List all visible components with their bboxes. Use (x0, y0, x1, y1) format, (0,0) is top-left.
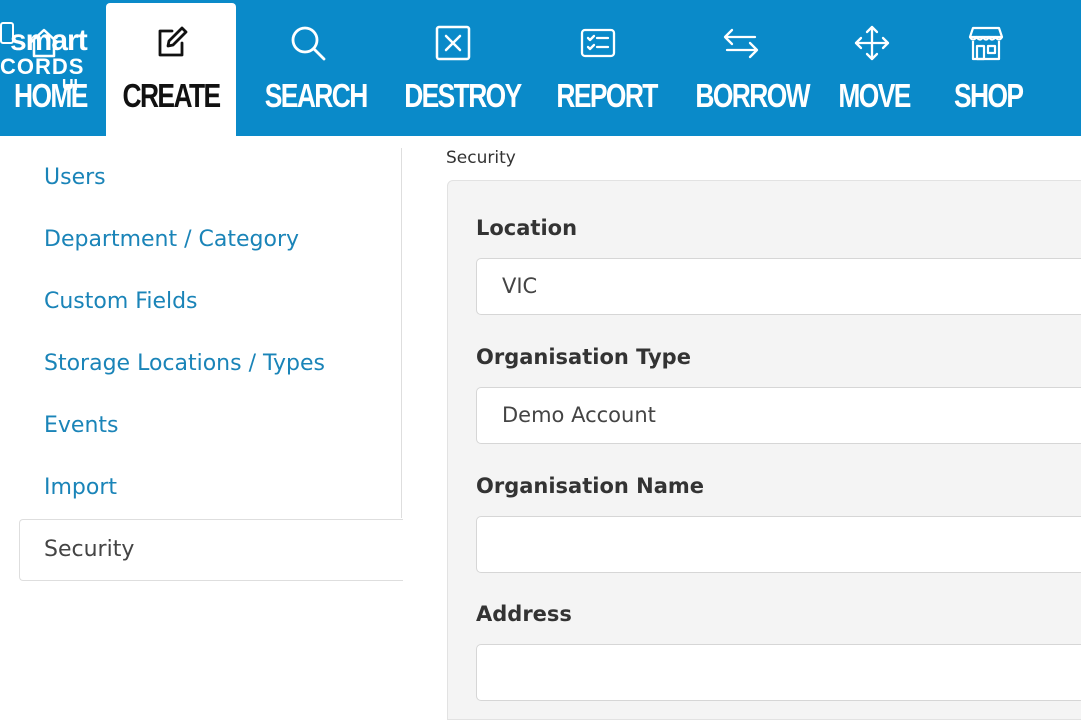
address-label: Address (476, 602, 572, 626)
nav-borrow-label: BORROW (695, 77, 810, 114)
sidebar-item-custom-fields[interactable]: Custom Fields (44, 287, 198, 317)
nav-borrow[interactable]: BORROW (684, 0, 811, 136)
nav-search-label: SEARCH (264, 77, 368, 114)
search-icon (289, 24, 327, 62)
sidebar-item-users[interactable]: Users (44, 163, 106, 193)
nav-report-label: REPORT (556, 77, 658, 114)
nav-move-label: MOVE (838, 77, 911, 114)
nav-destroy[interactable]: DESTROY (392, 0, 522, 136)
breadcrumb: Security (446, 148, 516, 168)
location-input[interactable]: VIC (476, 258, 1081, 315)
sidebar-item-storage-locations[interactable]: Storage Locations / Types (44, 349, 325, 379)
nav-move[interactable]: MOVE (830, 0, 914, 136)
nav-home-label: HOME (14, 77, 88, 114)
report-icon (579, 24, 617, 62)
move-arrows-icon (853, 24, 891, 62)
sidebar-item-import[interactable]: Import (44, 473, 117, 503)
sidebar-divider (401, 148, 402, 518)
swap-arrows-icon (722, 24, 760, 62)
nav-destroy-label: DESTROY (404, 77, 522, 114)
top-navigation-bar: smart CORDS UI HOME CREATE SEARCH DESTRO… (0, 0, 1081, 136)
sidebar-item-events[interactable]: Events (44, 411, 119, 441)
organisation-name-label: Organisation Name (476, 474, 705, 498)
nav-create[interactable]: CREATE (106, 3, 236, 136)
location-label: Location (476, 216, 578, 240)
nav-create-label: CREATE (122, 77, 222, 114)
nav-report[interactable]: REPORT (546, 0, 658, 136)
edit-icon (152, 24, 190, 62)
sidebar-item-security[interactable]: Security (19, 519, 403, 581)
shop-icon (967, 24, 1005, 62)
nav-shop-label: SHOP (954, 77, 1024, 114)
nav-home[interactable]: smart CORDS UI HOME (0, 0, 106, 136)
close-box-icon (434, 24, 472, 62)
nav-search[interactable]: SEARCH (254, 0, 368, 136)
address-input[interactable] (476, 644, 1081, 701)
nav-shop[interactable]: SHOP (946, 0, 1026, 136)
sidebar-item-department-category[interactable]: Department / Category (44, 225, 299, 255)
organisation-name-input[interactable] (476, 516, 1081, 573)
organisation-type-input[interactable]: Demo Account (476, 387, 1081, 444)
organisation-type-label: Organisation Type (476, 345, 691, 369)
home-icon (25, 24, 63, 62)
